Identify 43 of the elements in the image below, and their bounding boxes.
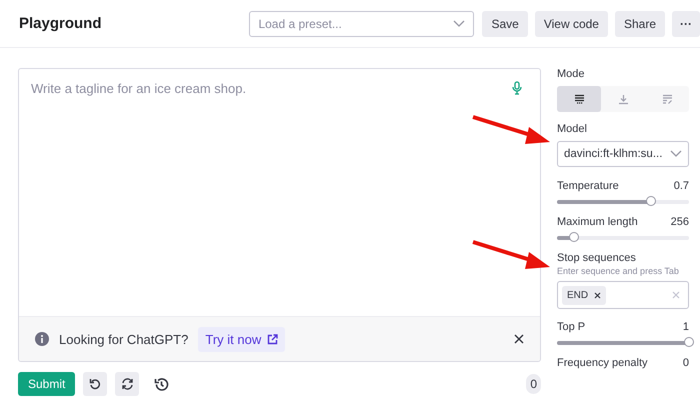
header-button[interactable]: Save xyxy=(482,10,528,36)
parameter-value: 1 xyxy=(682,321,689,333)
parameter-label: Top P xyxy=(557,321,586,333)
remove-icon[interactable] xyxy=(594,292,602,298)
clear-icon[interactable] xyxy=(672,291,680,299)
insert-mode-icon xyxy=(618,94,628,104)
parameter-label: Frequency penalty xyxy=(557,357,648,369)
complete-mode-icon xyxy=(574,94,584,104)
stop-sequences-hint: Enter sequence and press Tab xyxy=(557,266,680,276)
refresh-icon xyxy=(120,378,134,390)
model-label: Model xyxy=(557,123,588,135)
microphone-icon[interactable] xyxy=(512,81,522,95)
token-count: 0 xyxy=(526,374,541,394)
info-icon xyxy=(35,332,49,346)
chevron-icon xyxy=(670,150,682,158)
banner-text: Looking for ChatGPT? xyxy=(59,332,188,346)
model-dropdown[interactable]: davinci:ft-klhm:su... xyxy=(557,141,689,167)
external-link-icon xyxy=(267,334,278,344)
regenerate-button[interactable] xyxy=(115,372,140,396)
edit-mode-icon xyxy=(662,94,672,104)
close-icon[interactable] xyxy=(514,334,524,344)
stop-sequences-label: Stop sequences xyxy=(557,252,637,264)
sequence-tag: END xyxy=(562,286,606,304)
parameter-value: 0.7 xyxy=(674,180,689,192)
more-button[interactable]: ··· xyxy=(672,10,700,36)
parameter-label: Maximum length xyxy=(557,216,638,228)
page-title: Playground xyxy=(19,15,103,32)
chevron-icon xyxy=(453,20,466,28)
stop-sequences-input[interactable]: END xyxy=(557,281,689,309)
slider-handle[interactable] xyxy=(569,232,580,242)
slider-handle[interactable] xyxy=(684,337,694,347)
parameter-label: Temperature xyxy=(557,180,619,192)
undo-button[interactable] xyxy=(83,372,108,396)
slider-handle[interactable] xyxy=(646,196,656,206)
parameter-value: 0 xyxy=(682,357,689,369)
parameter-value: 256 xyxy=(670,216,689,228)
complete-mode-tab[interactable] xyxy=(557,86,601,112)
try-it-now-link[interactable]: Try it now xyxy=(198,326,286,352)
history-icon xyxy=(154,376,169,392)
mode-label: Mode xyxy=(557,68,586,80)
header-button[interactable]: View code xyxy=(534,10,608,36)
undo-icon xyxy=(89,378,102,390)
header-button[interactable]: Share xyxy=(614,10,665,36)
